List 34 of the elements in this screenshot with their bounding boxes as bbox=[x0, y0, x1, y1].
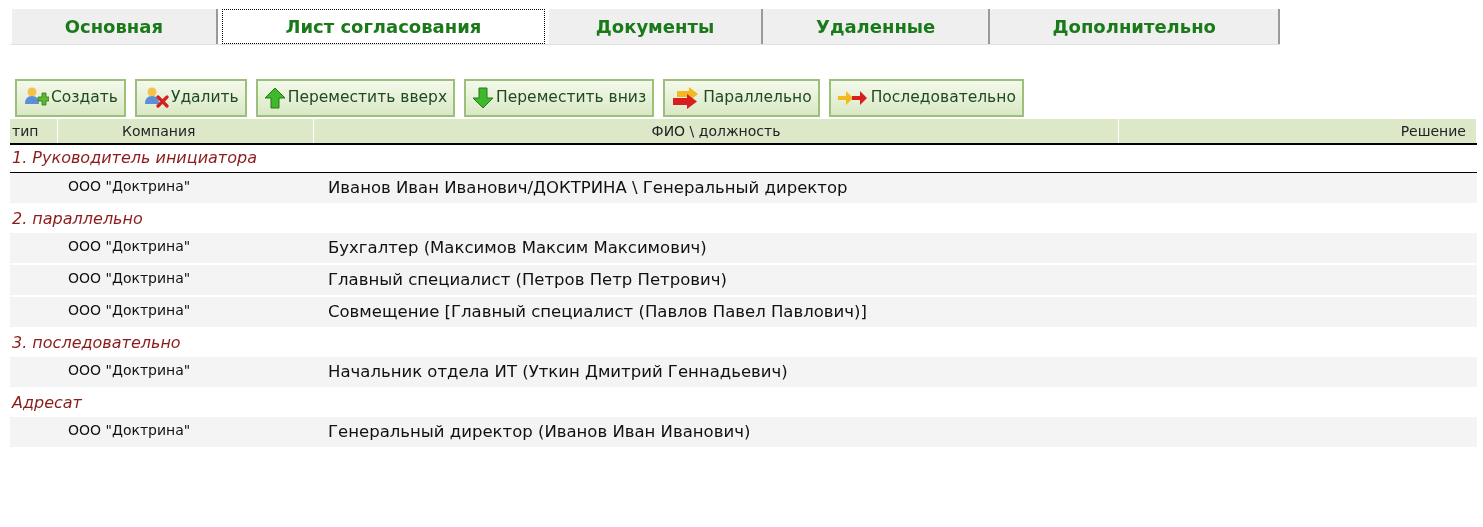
column-header: ФИО \ должность bbox=[651, 121, 781, 141]
table-cell-text: Совмещение [Главный специалист (Павлов Павел Павлович)] bbox=[327, 301, 868, 323]
column-header: тип bbox=[12, 121, 39, 141]
table-cell-text: ООО "Доктрина" bbox=[67, 301, 192, 320]
table-cell-text: ООО "Доктрина" bbox=[67, 421, 192, 440]
tab[interactable]: Документы bbox=[549, 9, 763, 44]
tab[interactable]: Удаленные bbox=[762, 9, 991, 44]
table-cell-text: ООО "Доктрина" bbox=[67, 269, 192, 288]
group-title: 2. параллельно bbox=[11, 208, 143, 230]
toolbar-button[interactable]: Переместить вниз bbox=[464, 79, 655, 117]
group-title: 1. Руководитель инициатора bbox=[11, 147, 257, 169]
toolbar-button[interactable]: Последовательно bbox=[828, 79, 1024, 117]
arrow-down-icon bbox=[472, 86, 495, 110]
table-cell-text: ООО "Доктрина" bbox=[67, 361, 192, 380]
toolbar-button[interactable]: Параллельно bbox=[663, 79, 820, 117]
column-header: Компания bbox=[122, 121, 196, 141]
group-title: 3. последовательно bbox=[11, 332, 181, 354]
table-cell-text: ООО "Доктрина" bbox=[67, 177, 192, 196]
tab[interactable]: Дополнительно bbox=[990, 9, 1280, 44]
table-cell-text: Иванов Иван Иванович/ДОКТРИНА \ Генеральный директор bbox=[327, 177, 849, 199]
tab[interactable]: Основная bbox=[12, 9, 218, 44]
group-title: Адресат bbox=[10, 392, 82, 414]
user-remove-icon bbox=[142, 86, 169, 110]
toolbar-button[interactable]: Удалить bbox=[134, 79, 247, 117]
table-cell-text: Главный специалист (Петров Петр Петрович) bbox=[327, 269, 728, 291]
column-header: Решение bbox=[1400, 121, 1466, 141]
table-cell-text: Начальник отдела ИТ (Уткин Дмитрий Геннадьевич) bbox=[327, 361, 789, 383]
table-cell-text: Генеральный директор (Иванов Иван Иванович) bbox=[327, 421, 752, 443]
tab[interactable]: Лист согласования bbox=[221, 9, 546, 44]
table-cell-text: Бухгалтер (Максимов Максим Максимович) bbox=[327, 237, 708, 259]
toolbar-button[interactable]: Создать bbox=[15, 79, 126, 117]
table-cell-text: ООО "Доктрина" bbox=[67, 237, 192, 256]
arrow-up-icon bbox=[263, 86, 286, 110]
toolbar-button[interactable]: Переместить вверх bbox=[255, 79, 456, 117]
